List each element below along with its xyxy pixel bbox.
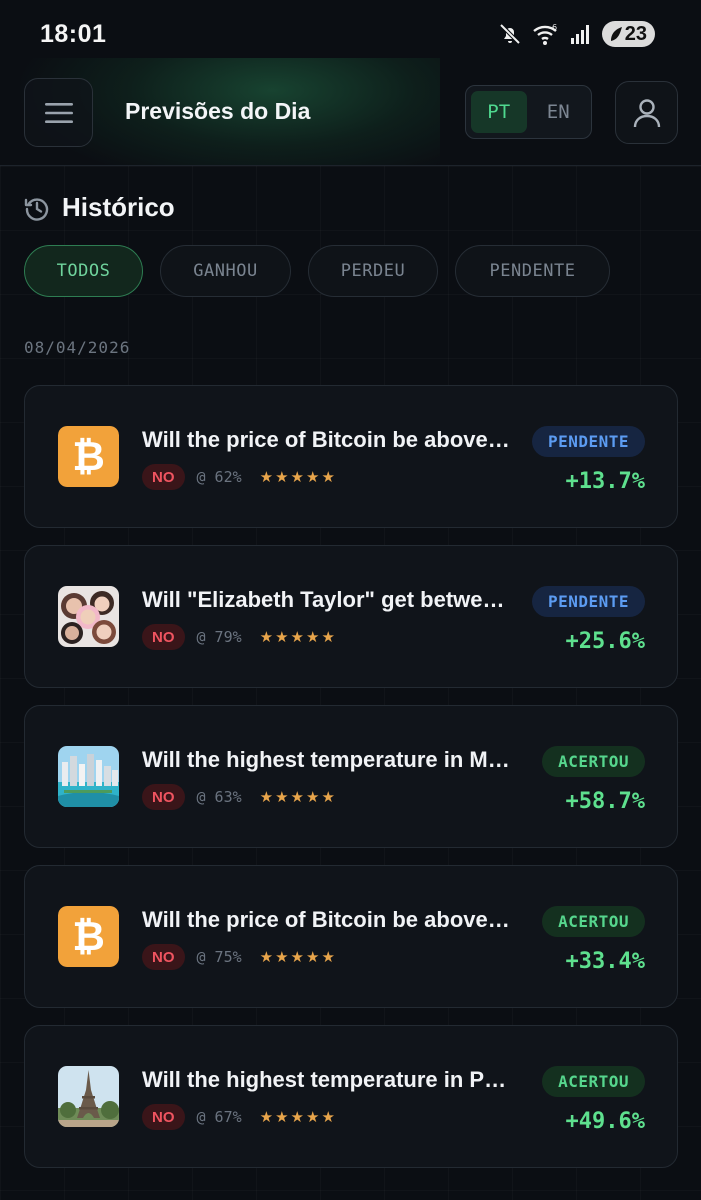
prediction-meta: NO @ 75% ★★★★★ (142, 944, 337, 970)
prediction-meta: NO @ 62% ★★★★★ (142, 464, 337, 490)
confidence-stars: ★★★★★ (259, 469, 337, 486)
filter-won[interactable]: GANHOU (160, 245, 291, 297)
battery-indicator: 23 (601, 21, 655, 47)
status-badge: ACERTOU (542, 1066, 645, 1097)
wifi-icon: 6 (532, 22, 560, 46)
status-badge: ACERTOU (542, 746, 645, 777)
prediction-card[interactable]: Will the highest temperature in Miami be… (24, 705, 678, 848)
language-option-pt[interactable]: PT (471, 91, 527, 133)
user-icon (633, 98, 660, 127)
prediction-meta: NO @ 63% ★★★★★ (142, 784, 337, 810)
filter-pending[interactable]: PENDENTE (455, 245, 610, 297)
language-toggle: PT EN (465, 85, 592, 139)
status-bar: 18:01 6 23 (0, 0, 701, 62)
odds-value: @ 67% (196, 1108, 242, 1126)
return-percentage: +58.7% (565, 789, 645, 814)
return-percentage: +13.7% (565, 469, 645, 494)
prediction-card[interactable]: Will the highest temperature in Paris be… (24, 1025, 678, 1168)
side-badge: NO (142, 464, 185, 490)
bitcoin-icon: ₿ (58, 906, 119, 967)
prediction-card[interactable]: ₿ Will the price of Bitcoin be above $70… (24, 865, 678, 1008)
odds-value: @ 62% (196, 468, 242, 486)
prediction-meta: NO @ 67% ★★★★★ (142, 1104, 337, 1130)
svg-text:₿: ₿ (72, 914, 105, 960)
side-badge: NO (142, 1104, 185, 1130)
status-badge: ACERTOU (542, 906, 645, 937)
side-badge: NO (142, 944, 185, 970)
date-group-label: 08/04/2026 (24, 338, 131, 357)
odds-value: @ 79% (196, 628, 242, 646)
history-heading: Histórico (24, 192, 175, 223)
status-badge: PENDENTE (531, 426, 645, 457)
miami-skyline-icon (58, 746, 119, 807)
history-title: Histórico (62, 192, 175, 222)
return-percentage: +25.6% (565, 629, 645, 654)
svg-text:₿: ₿ (72, 434, 105, 480)
artist-collage-icon (58, 586, 119, 647)
side-badge: NO (142, 784, 185, 810)
prediction-title: Will the price of Bitcoin be above $66,0… (142, 427, 514, 452)
prediction-title: Will the price of Bitcoin be above $70,0… (142, 907, 510, 932)
status-time: 18:01 (40, 20, 107, 48)
prediction-card[interactable]: Will "Elizabeth Taylor" get between 10M … (24, 545, 678, 688)
confidence-stars: ★★★★★ (259, 629, 337, 646)
bitcoin-icon: ₿ (58, 426, 119, 487)
return-percentage: +33.4% (565, 949, 645, 974)
prediction-meta: NO @ 79% ★★★★★ (142, 624, 337, 650)
status-icons: 6 23 (498, 21, 655, 47)
profile-button[interactable] (615, 81, 678, 144)
eiffel-tower-icon (58, 1066, 119, 1127)
app-header: Previsões do Dia PT EN (0, 58, 701, 166)
history-icon (24, 197, 49, 221)
filter-all[interactable]: TODOS (24, 245, 143, 297)
prediction-title: Will the highest temperature in Paris be… (142, 1067, 514, 1092)
page-title: Previsões do Dia (125, 98, 311, 124)
battery-level: 23 (624, 22, 647, 45)
odds-value: @ 63% (196, 788, 242, 806)
prediction-title: Will "Elizabeth Taylor" get between 10M … (142, 587, 514, 612)
signal-icon (570, 23, 592, 45)
filter-lost[interactable]: PERDEU (308, 245, 438, 297)
side-badge: NO (142, 624, 185, 650)
prediction-title: Will the highest temperature in Miami be… (142, 747, 510, 772)
confidence-stars: ★★★★★ (259, 1109, 337, 1126)
battery-saver-icon (610, 27, 622, 41)
filter-chips: TODOS GANHOU PERDEU PENDENTE (24, 245, 610, 297)
confidence-stars: ★★★★★ (259, 949, 337, 966)
menu-button[interactable] (24, 78, 93, 147)
svg-text:6: 6 (552, 23, 557, 32)
mute-icon (498, 22, 522, 46)
hamburger-icon (44, 102, 73, 123)
odds-value: @ 75% (196, 948, 242, 966)
return-percentage: +49.6% (565, 1109, 645, 1134)
status-badge: PENDENTE (531, 586, 645, 617)
prediction-card[interactable]: ₿ Will the price of Bitcoin be above $66… (24, 385, 678, 528)
language-option-en[interactable]: EN (531, 91, 587, 133)
confidence-stars: ★★★★★ (259, 789, 337, 806)
